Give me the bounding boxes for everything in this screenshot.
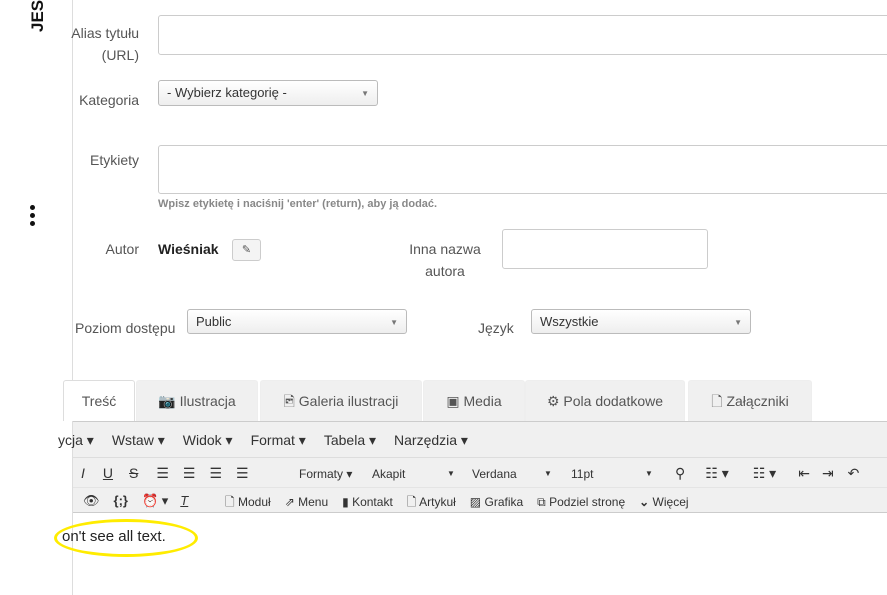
menu-widok[interactable]: Widok ▾ xyxy=(183,432,233,448)
page-break-button[interactable]: ⧉ Podziel stronę xyxy=(537,495,625,509)
author-label: Autor xyxy=(105,241,139,257)
size-value: 11pt xyxy=(571,467,594,481)
author-alias-label: Inna nazwa autora xyxy=(409,241,481,279)
access-value: Public xyxy=(196,314,232,329)
chevron-down-icon: ▼ xyxy=(447,469,455,478)
menu-button[interactable]: ⇗ Menu xyxy=(285,495,328,509)
category-label: Kategoria xyxy=(79,92,139,108)
gear-icon: ⚙ xyxy=(546,393,564,409)
pencil-icon: ✎ xyxy=(241,244,252,256)
menu-wstaw[interactable]: Wstaw ▾ xyxy=(112,432,165,448)
numbered-list-icon[interactable]: ☷ ▾ xyxy=(753,465,776,481)
align-center-icon[interactable]: ☰ xyxy=(183,465,196,481)
more-options-icon[interactable] xyxy=(30,205,38,229)
sidebar-title: JES xyxy=(28,0,47,32)
more-button[interactable]: ⌄ Więcej xyxy=(639,495,688,509)
image-button[interactable]: ▨ Grafika xyxy=(470,495,523,509)
undo-icon[interactable]: ↶ xyxy=(848,465,860,481)
font-value: Verdana xyxy=(472,467,517,481)
category-select[interactable]: - Wybierz kategorię - ▼ xyxy=(158,80,378,106)
italic-icon[interactable]: I xyxy=(81,465,85,481)
button-label: Kontakt xyxy=(352,495,393,509)
language-value: Wszystkie xyxy=(540,314,599,329)
module-button[interactable]: 🗋 Moduł xyxy=(225,495,271,509)
share-icon: ⇗ xyxy=(284,495,295,509)
tab-label: Pola dodatkowe xyxy=(563,393,664,409)
tags-input[interactable] xyxy=(158,145,887,194)
picture-icon: ▨ xyxy=(469,495,482,509)
tab-label: Media xyxy=(463,393,502,409)
edit-author-button[interactable]: ✎ xyxy=(232,239,261,261)
article-button[interactable]: 🗋 Artykuł xyxy=(407,495,456,509)
button-label: Podziel stronę xyxy=(549,495,626,509)
bullet-list-icon[interactable]: ☷ ▾ xyxy=(705,465,728,481)
language-select[interactable]: Wszystkie ▼ xyxy=(531,309,751,334)
justify-icon[interactable]: ☰ xyxy=(236,465,249,481)
size-dropdown[interactable]: 11pt ▼ xyxy=(571,467,661,481)
chevron-down-icon: ▼ xyxy=(361,89,369,98)
menu-edycja[interactable]: ycja ▾ xyxy=(58,432,94,448)
tab-galeria[interactable]: 🖻 Galeria ilustracji xyxy=(260,380,422,421)
file-plus-icon: 🗋 xyxy=(406,495,417,509)
language-label: Język xyxy=(478,320,514,336)
file-plus-icon: 🗋 xyxy=(225,495,235,509)
author-value: Wieśniak xyxy=(158,241,219,257)
outdent-icon[interactable]: ⇤ xyxy=(798,465,810,481)
formats-dropdown[interactable]: Formaty ▾ xyxy=(299,467,352,481)
tags-label: Etykiety xyxy=(89,152,139,168)
alias-input[interactable] xyxy=(158,15,887,55)
tags-hint: Wpisz etykietę i naciśnij 'enter' (retur… xyxy=(158,198,438,210)
indent-icon[interactable]: ⇥ xyxy=(822,465,834,481)
chevron-down-icon: ▼ xyxy=(645,469,653,478)
chevron-down-icon: ▼ xyxy=(544,469,552,478)
camera-icon: 📷 xyxy=(158,393,180,409)
tab-label: Ilustracja xyxy=(179,393,236,409)
block-dropdown[interactable]: Akapit ▼ xyxy=(372,467,462,481)
category-value: - Wybierz kategorię - xyxy=(167,85,287,100)
address-book-icon: ▮ xyxy=(342,495,349,509)
button-label: Więcej xyxy=(652,495,689,509)
find-icon[interactable]: ⚲ xyxy=(675,465,685,481)
tab-pola[interactable]: ⚙ Pola dodatkowe xyxy=(525,380,685,421)
chevron-down-icon: ▼ xyxy=(734,318,742,327)
preview-icon[interactable]: 👁 xyxy=(83,493,100,508)
video-file-icon: ▣ xyxy=(446,393,464,409)
highlight-annotation xyxy=(54,519,198,557)
menu-format[interactable]: Format ▾ xyxy=(251,432,306,448)
alarm-icon[interactable]: ⏰ ▾ xyxy=(142,493,168,508)
copy-icon: ⧉ xyxy=(537,495,546,509)
chevron-down-icon: ⌄ xyxy=(639,495,650,509)
button-label: Artykuł xyxy=(419,495,456,509)
tab-zalaczniki[interactable]: 🗋 Załączniki xyxy=(688,380,812,421)
align-right-icon[interactable]: ☰ xyxy=(209,465,222,481)
clear-format-icon[interactable]: T xyxy=(180,493,188,508)
access-label: Poziom dostępu xyxy=(75,320,176,336)
underline-icon[interactable]: U xyxy=(103,465,113,481)
tab-ilustracja[interactable]: 📷 Ilustracja xyxy=(136,380,258,421)
editor-menubar: ycja ▾ Wstaw ▾ Widok ▾ Format ▾ Tabela ▾ Narz… xyxy=(58,432,486,449)
tab-label: Załączniki xyxy=(726,393,789,409)
author-alias-input[interactable] xyxy=(502,229,708,269)
tab-label: Treść xyxy=(81,393,117,409)
contact-button[interactable]: ▮ Kontakt xyxy=(342,495,393,509)
button-label: Moduł xyxy=(238,495,271,509)
alias-label: Alias tytułu (URL) xyxy=(71,25,139,63)
block-value: Akapit xyxy=(372,467,406,481)
tab-tresc[interactable]: Treść xyxy=(63,380,135,421)
button-label: Menu xyxy=(298,495,329,509)
tab-label: Galeria ilustracji xyxy=(298,393,399,409)
image-file-icon: 🖻 xyxy=(283,393,299,409)
menu-tabela[interactable]: Tabela ▾ xyxy=(324,432,376,448)
code-icon[interactable]: {;} xyxy=(114,493,128,508)
editor-toolbar: ycja ▾ Wstaw ▾ Widok ▾ Format ▾ Tabela ▾ Narz… xyxy=(58,421,887,513)
tab-media[interactable]: ▣ Media xyxy=(423,380,525,421)
menu-narzedzia[interactable]: Narzędzia ▾ xyxy=(394,432,468,448)
chevron-down-icon: ▼ xyxy=(390,318,398,327)
file-icon: 🗋 xyxy=(711,393,727,409)
align-left-icon[interactable]: ☰ xyxy=(156,465,169,481)
access-select[interactable]: Public ▼ xyxy=(187,309,407,334)
button-label: Grafika xyxy=(484,495,524,509)
strikethrough-icon[interactable]: S xyxy=(129,465,138,481)
font-dropdown[interactable]: Verdana ▼ xyxy=(472,467,562,481)
